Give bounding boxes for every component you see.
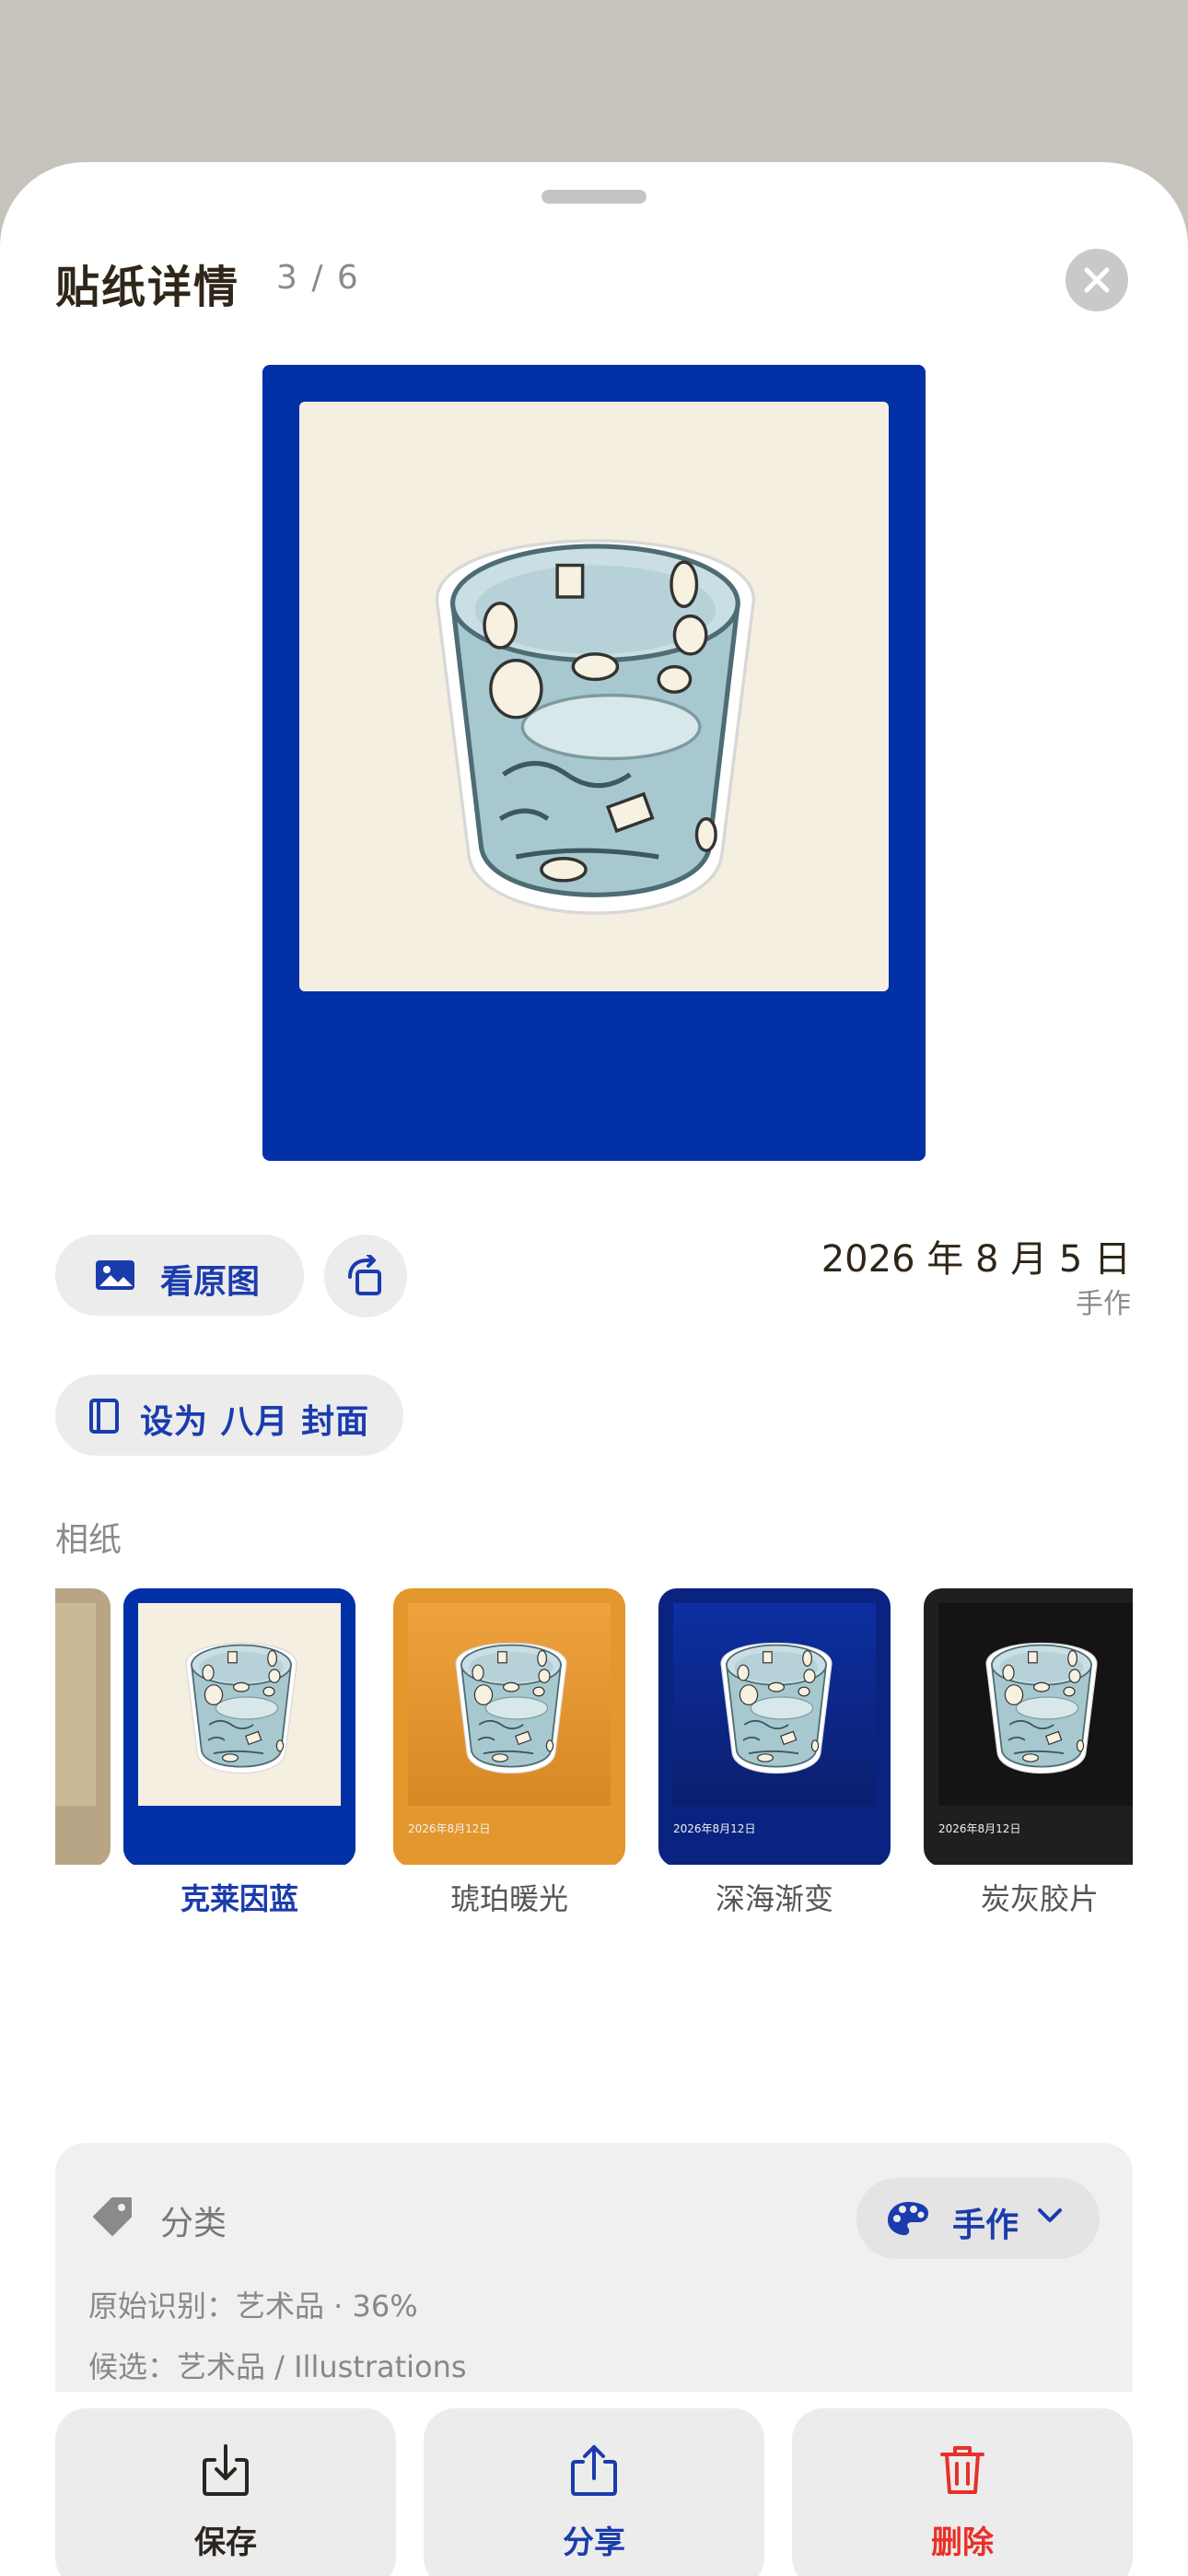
tag-icon	[93, 2197, 132, 2236]
paper-label-deep-sea[interactable]: 深海渐变	[658, 1876, 891, 1918]
close-button[interactable]	[1066, 249, 1128, 311]
paper-thumb-klein-blue[interactable]	[123, 1588, 355, 1865]
category-title: 分类	[160, 2205, 227, 2242]
sticker-date: 2026 年 8 月 5 日	[821, 1238, 1131, 1281]
trash-icon	[940, 2446, 984, 2494]
page-title: 贴纸详情	[55, 262, 240, 313]
detail-sheet: 贴纸详情 3 / 6 看原图 2026 年 8 月 5 日 手作 设为 八月 封…	[0, 162, 1188, 2576]
paper-label-klein-blue[interactable]: 克莱因蓝	[123, 1876, 355, 1918]
thumb-sticker-image	[985, 1642, 1098, 1774]
paper-options-strip[interactable]: 2026年8月12日 2026年8月12日 2026年8月12日	[55, 1588, 1133, 1865]
thumb-date: 2026年8月12日	[938, 1822, 1021, 1835]
share-label: 分享	[563, 2524, 625, 2561]
book-icon	[89, 1399, 119, 1434]
delete-label: 删除	[931, 2524, 994, 2561]
thumb-date: 2026年8月12日	[673, 1822, 756, 1835]
paper-thumb-deep-sea[interactable]: 2026年8月12日	[658, 1588, 891, 1865]
thumb-sticker-image	[455, 1642, 567, 1774]
delete-button[interactable]: 删除	[792, 2408, 1133, 2576]
rotate-button[interactable]	[324, 1235, 407, 1317]
category-value: 手作	[952, 2207, 1019, 2244]
image-icon	[96, 1260, 134, 1290]
sticker-preview-paper	[299, 402, 889, 991]
paper-label-charcoal[interactable]: 炭灰胶片	[924, 1876, 1156, 1918]
category-dropdown[interactable]: 手作	[856, 2178, 1100, 2259]
page-counter: 3 / 6	[276, 259, 360, 297]
paper-thumb-charcoal[interactable]: 2026年8月12日	[924, 1588, 1133, 1865]
paper-thumb-amber[interactable]: 2026年8月12日	[393, 1588, 625, 1865]
save-label: 保存	[194, 2524, 257, 2561]
paper-thumb-partial[interactable]	[55, 1588, 111, 1865]
sticker-image	[299, 402, 889, 991]
thumb-sticker-image	[185, 1642, 297, 1774]
set-cover-button[interactable]: 设为 八月 封面	[55, 1375, 403, 1456]
sticker-category-tag: 手作	[1076, 1288, 1131, 1320]
palette-icon	[888, 2202, 928, 2235]
sticker-preview[interactable]	[262, 365, 926, 1161]
share-button[interactable]: 分享	[424, 2408, 764, 2576]
sheet-grabber[interactable]	[542, 190, 646, 204]
candidate-categories: 候选：艺术品 / Illustrations	[88, 2349, 467, 2384]
rotate-icon	[348, 1255, 381, 1295]
original-recognition: 原始识别：艺术品 · 36%	[88, 2289, 418, 2324]
category-card: 分类 手作 原始识别：艺术品 · 36% 候选：艺术品 / Illustrati…	[55, 2143, 1133, 2392]
share-icon	[571, 2445, 617, 2496]
view-original-label: 看原图	[160, 1263, 261, 1301]
view-original-button[interactable]: 看原图	[55, 1235, 304, 1316]
close-icon	[1084, 267, 1110, 293]
paper-label-amber[interactable]: 琥珀暖光	[393, 1876, 625, 1918]
paper-section-label: 相纸	[55, 1521, 122, 1559]
thumb-date: 2026年8月12日	[408, 1822, 491, 1835]
set-cover-label: 设为 八月 封面	[140, 1403, 370, 1441]
save-button[interactable]: 保存	[55, 2408, 396, 2576]
thumb-sticker-image	[720, 1642, 833, 1774]
download-icon	[203, 2444, 249, 2496]
chevron-down-icon	[1038, 2208, 1062, 2222]
